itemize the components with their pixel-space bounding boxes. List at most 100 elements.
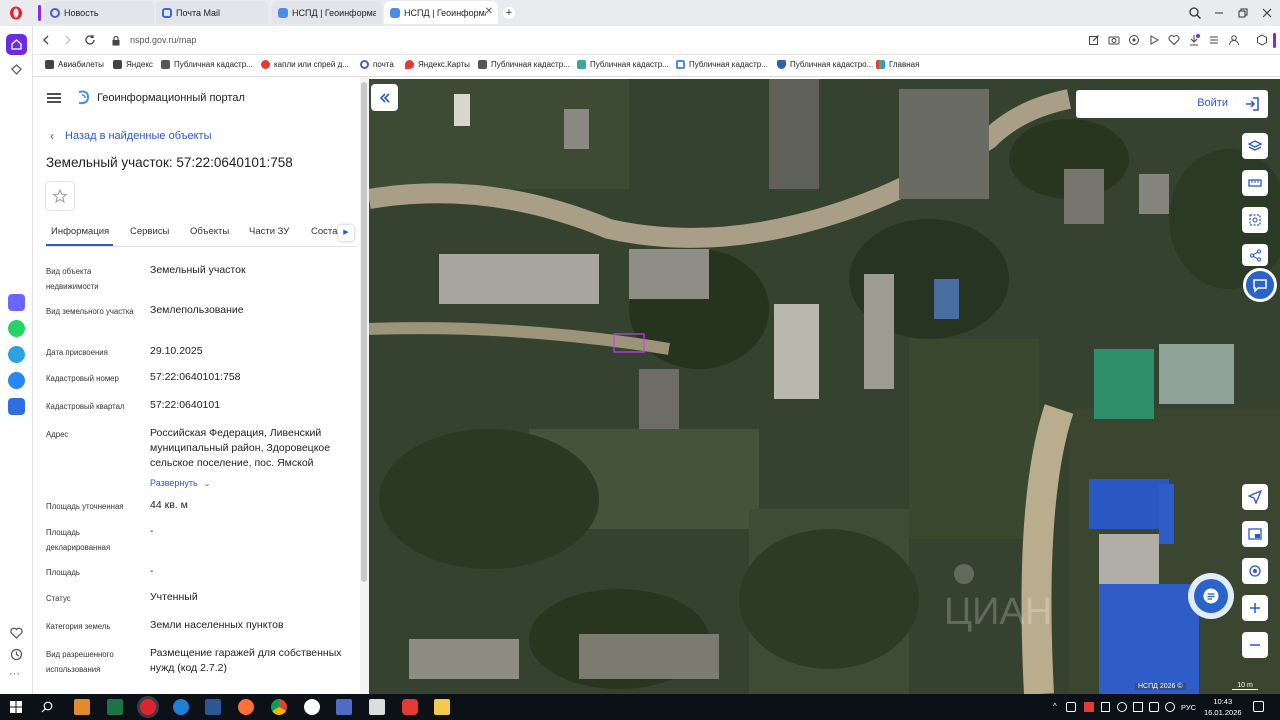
update-icon[interactable] bbox=[1165, 702, 1175, 712]
input-language[interactable]: РУС bbox=[1181, 703, 1196, 712]
minimap-button[interactable] bbox=[1242, 521, 1268, 547]
tab-information[interactable]: Информация bbox=[46, 226, 114, 246]
search-tabs-icon[interactable] bbox=[1188, 6, 1202, 20]
bookmark-item[interactable]: Авиабилеты bbox=[45, 60, 104, 69]
select-area-button[interactable] bbox=[1242, 207, 1268, 233]
target-icon bbox=[1249, 565, 1261, 577]
monitor-icon[interactable] bbox=[1133, 702, 1143, 712]
close-window-icon[interactable] bbox=[1260, 6, 1274, 20]
telegram-icon[interactable] bbox=[8, 346, 25, 363]
firefox-icon[interactable] bbox=[238, 699, 254, 715]
taskbar-app-icon[interactable] bbox=[74, 699, 90, 715]
reload-icon[interactable] bbox=[84, 34, 96, 46]
tab-objects[interactable]: Объекты bbox=[190, 226, 229, 237]
tab-parts[interactable]: Части ЗУ bbox=[249, 226, 289, 237]
search-icon[interactable] bbox=[41, 701, 53, 713]
play-icon[interactable] bbox=[1148, 34, 1160, 46]
minimize-icon[interactable] bbox=[1212, 6, 1226, 20]
login-button[interactable]: Войти bbox=[1076, 90, 1268, 118]
yandex-browser-icon[interactable] bbox=[304, 699, 320, 715]
geolocation-button[interactable] bbox=[1242, 484, 1268, 510]
tab-news[interactable]: Новость bbox=[44, 1, 154, 24]
satellite-map[interactable]: ЦИАН bbox=[369, 79, 1280, 694]
panel-scrollbar-thumb[interactable] bbox=[361, 82, 367, 582]
edit-icon[interactable] bbox=[1088, 34, 1100, 46]
opera-logo-icon[interactable] bbox=[9, 6, 23, 20]
tabs-scroll-right-button[interactable]: ▶ bbox=[338, 225, 354, 241]
vk-messenger-icon[interactable] bbox=[8, 398, 25, 415]
layers-button[interactable] bbox=[1242, 133, 1268, 159]
back-to-results-link[interactable]: ‹ Назад в найденные объекты bbox=[50, 129, 212, 143]
tab-mail[interactable]: Почта Mail bbox=[156, 1, 268, 24]
profile-icon[interactable] bbox=[1228, 34, 1240, 46]
notifications-icon[interactable] bbox=[1253, 701, 1264, 712]
chat-button[interactable] bbox=[1188, 573, 1234, 619]
bookmark-item[interactable]: Публичная кадастр... bbox=[478, 60, 570, 69]
tab-services[interactable]: Сервисы bbox=[130, 226, 169, 237]
file-explorer-icon[interactable] bbox=[434, 699, 450, 715]
tab-nspd[interactable]: НСПД | Геоинформацио bbox=[272, 1, 382, 24]
tab-composition[interactable]: Соста bbox=[311, 226, 337, 237]
restore-icon[interactable] bbox=[1236, 6, 1250, 20]
vk-icon[interactable] bbox=[8, 372, 25, 389]
portal-title: Геоинформационный портал bbox=[97, 92, 245, 104]
heart-icon[interactable] bbox=[10, 627, 23, 639]
yandex-icon[interactable] bbox=[402, 699, 418, 715]
bookmark-item[interactable]: Яндекс bbox=[113, 60, 153, 69]
url-field[interactable]: nspd.gov.ru/map bbox=[130, 35, 196, 45]
mail-envelope-icon[interactable] bbox=[369, 699, 385, 715]
sidebar-toggle[interactable] bbox=[1273, 33, 1276, 48]
zoom-in-button[interactable] bbox=[1242, 595, 1268, 621]
windows-start-icon[interactable] bbox=[10, 701, 22, 713]
speaker-icon[interactable] bbox=[1066, 702, 1076, 712]
word-icon[interactable] bbox=[205, 699, 221, 715]
measure-button[interactable] bbox=[1242, 170, 1268, 196]
bookmark-item[interactable]: Яндекс.Карты bbox=[405, 60, 470, 69]
new-tab-button[interactable]: + bbox=[503, 7, 515, 19]
bookmark-item[interactable]: Публичная кадастро... bbox=[777, 60, 873, 69]
lock-icon[interactable] bbox=[111, 35, 121, 46]
save-disk-icon[interactable] bbox=[336, 699, 352, 715]
extensions-icon[interactable] bbox=[1256, 34, 1268, 46]
chrome-icon[interactable] bbox=[271, 699, 287, 715]
camera-icon[interactable] bbox=[1108, 34, 1120, 46]
support-widget-button[interactable] bbox=[1243, 268, 1277, 302]
bookmark-item[interactable]: капли или спрей д... bbox=[261, 60, 349, 69]
menu-icon[interactable] bbox=[1208, 34, 1220, 46]
edge-icon[interactable] bbox=[173, 699, 189, 715]
whatsapp-icon[interactable] bbox=[8, 320, 25, 337]
bookmark-item[interactable]: почта bbox=[360, 60, 394, 69]
aria-icon[interactable] bbox=[8, 294, 25, 311]
map-attribution: НСПД 2026 © bbox=[1135, 683, 1186, 690]
collapse-panel-button[interactable] bbox=[371, 84, 398, 111]
expand-address-link[interactable]: Развернуть ⌄ bbox=[150, 473, 270, 491]
system-clock[interactable]: 10:43 16.01.2026 bbox=[1204, 696, 1242, 718]
network-icon[interactable] bbox=[1117, 702, 1127, 712]
volume-icon[interactable] bbox=[1149, 702, 1159, 712]
more-icon[interactable]: ··· bbox=[9, 668, 20, 680]
pinboard-icon[interactable] bbox=[10, 63, 23, 76]
home-icon[interactable] bbox=[6, 34, 27, 55]
battery-icon[interactable] bbox=[1101, 702, 1110, 712]
tab-nspd-active[interactable]: НСПД | Геоинформацио ✕ bbox=[384, 1, 498, 24]
forward-icon[interactable] bbox=[62, 34, 74, 46]
close-tab-icon[interactable]: ✕ bbox=[485, 6, 493, 17]
excel-icon[interactable] bbox=[107, 699, 123, 715]
favorite-button[interactable] bbox=[45, 181, 75, 211]
download-icon[interactable] bbox=[1188, 34, 1200, 46]
favorite-icon[interactable] bbox=[1168, 34, 1180, 46]
locate-button[interactable] bbox=[1242, 558, 1268, 584]
share-button[interactable] bbox=[1242, 244, 1268, 266]
tray-app-icon[interactable] bbox=[1084, 702, 1094, 712]
hamburger-menu-icon[interactable] bbox=[47, 93, 61, 103]
tray-chevron-icon[interactable]: ^ bbox=[1053, 702, 1057, 711]
bookmark-item[interactable]: Главная bbox=[876, 60, 919, 69]
bookmark-item[interactable]: Публичная кадастр... bbox=[577, 60, 669, 69]
opera-icon[interactable] bbox=[140, 699, 156, 715]
history-icon[interactable] bbox=[10, 648, 23, 661]
bookmark-item[interactable]: Публичная кадастр... bbox=[161, 60, 253, 69]
zoom-out-button[interactable] bbox=[1242, 632, 1268, 658]
bookmark-item[interactable]: Публичная кадастр... bbox=[676, 60, 768, 69]
vpn-icon[interactable] bbox=[1128, 34, 1140, 46]
back-icon[interactable] bbox=[40, 34, 52, 46]
